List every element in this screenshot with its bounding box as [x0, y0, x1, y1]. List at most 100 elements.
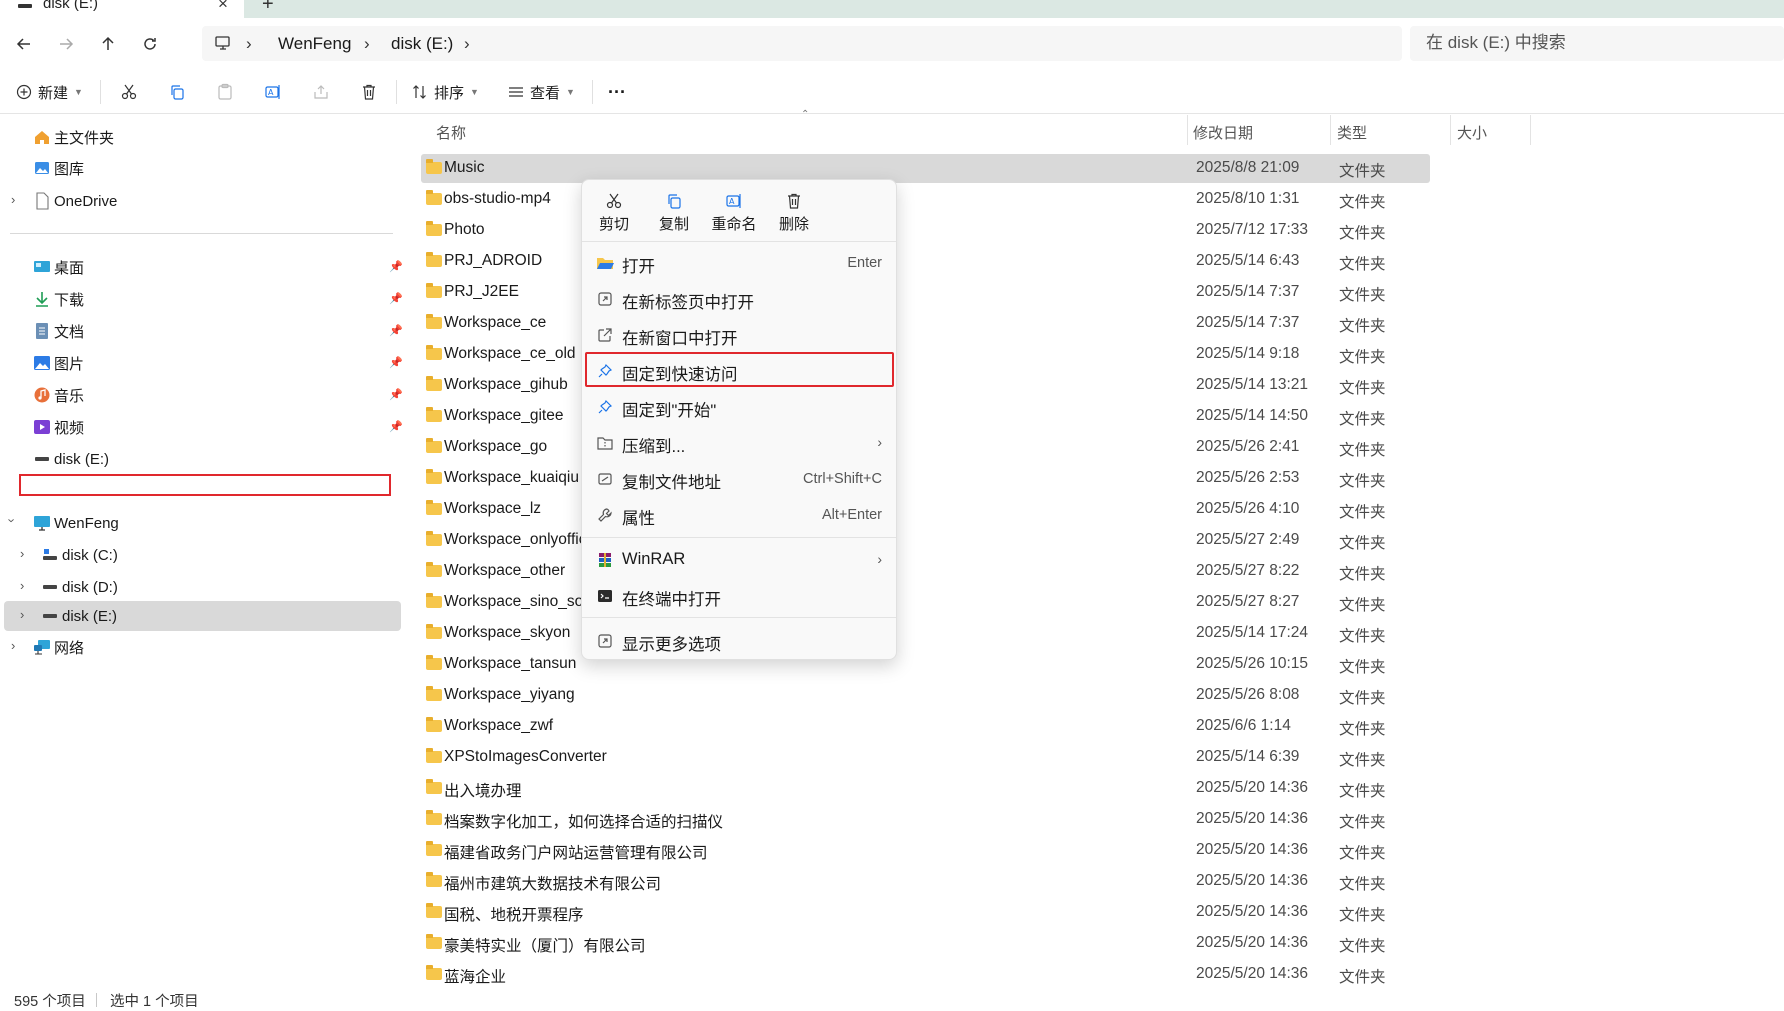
rename-action[interactable]: A 重命名: [704, 192, 764, 244]
menu-item-copy-path[interactable]: 复制文件地址 Ctrl+Shift+C: [582, 461, 896, 497]
breadcrumb-separator[interactable]: ›: [464, 34, 470, 54]
pin-icon[interactable]: 📌: [389, 420, 403, 433]
column-separator[interactable]: [1450, 115, 1451, 145]
sidebar-item-downloads[interactable]: 下载: [32, 285, 84, 313]
menu-item-open-terminal[interactable]: 在终端中打开: [582, 578, 896, 614]
menu-item-compress[interactable]: 压缩到... ›: [582, 425, 896, 461]
table-row[interactable]: Workspace_go 2025/5/26 2:41 文件夹: [421, 433, 1430, 462]
sidebar-item-disk-d[interactable]: › disk (D:): [20, 573, 118, 601]
paste-button[interactable]: [216, 80, 234, 104]
menu-item-pin-start[interactable]: 固定到"开始": [582, 389, 896, 425]
breadcrumb-disk-e[interactable]: disk (E:): [391, 34, 453, 54]
forward-button[interactable]: [52, 30, 80, 58]
column-header-date[interactable]: 修改日期: [1193, 122, 1253, 143]
table-row[interactable]: Workspace_skyon 2025/5/14 17:24 文件夹: [421, 619, 1430, 648]
table-row[interactable]: XPStoImagesConverter 2025/5/14 6:39 文件夹: [421, 743, 1430, 772]
pin-icon[interactable]: 📌: [389, 292, 403, 305]
table-row[interactable]: Workspace_sino_soft 2025/5/27 8:27 文件夹: [421, 588, 1430, 617]
rename-button[interactable]: A: [264, 80, 282, 104]
table-row[interactable]: Workspace_ce_old 2025/5/14 9:18 文件夹: [421, 340, 1430, 369]
up-button[interactable]: [94, 30, 122, 58]
table-row[interactable]: 福建省政务门户网站运营管理有限公司 2025/5/20 14:36 文件夹: [421, 836, 1430, 865]
menu-item-winrar[interactable]: WinRAR ›: [582, 542, 896, 578]
pin-icon[interactable]: 📌: [389, 324, 403, 337]
menu-item-properties[interactable]: 属性 Alt+Enter: [582, 497, 896, 533]
table-row[interactable]: Workspace_onlyoffice 2025/5/27 2:49 文件夹: [421, 526, 1430, 555]
more-button[interactable]: ···: [608, 80, 626, 104]
table-row[interactable]: 福州市建筑大数据技术有限公司 2025/5/20 14:36 文件夹: [421, 867, 1430, 896]
cut-button[interactable]: [120, 80, 138, 104]
refresh-button[interactable]: [136, 30, 164, 58]
sidebar-item-gallery[interactable]: 图库: [32, 154, 84, 182]
table-row[interactable]: Workspace_ce 2025/5/14 7:37 文件夹: [421, 309, 1430, 338]
sidebar-item-disk-c[interactable]: › disk (C:): [20, 541, 118, 569]
sort-button[interactable]: 排序 ▼: [412, 80, 479, 104]
sidebar-item-music[interactable]: 音乐: [32, 381, 84, 409]
table-row[interactable]: Workspace_gitee 2025/5/14 14:50 文件夹: [421, 402, 1430, 431]
sidebar-item-pictures[interactable]: 图片: [32, 349, 84, 377]
table-row[interactable]: 国税、地税开票程序 2025/5/20 14:36 文件夹: [421, 898, 1430, 927]
address-bar[interactable]: › WenFeng › disk (E:) ›: [202, 26, 1402, 61]
table-row[interactable]: PRJ_ADROID 2025/5/14 6:43 文件夹: [421, 247, 1430, 276]
sidebar-item-videos[interactable]: 视频: [32, 413, 84, 441]
table-row[interactable]: Photo 2025/7/12 17:33 文件夹: [421, 216, 1430, 245]
delete-action[interactable]: 删除: [764, 192, 824, 244]
sidebar-item-wenfeng[interactable]: › WenFeng: [5, 509, 119, 537]
pin-icon[interactable]: 📌: [389, 356, 403, 369]
view-button[interactable]: 查看 ▼: [508, 80, 575, 104]
column-header-type[interactable]: 类型: [1337, 122, 1367, 143]
table-row[interactable]: PRJ_J2EE 2025/5/14 7:37 文件夹: [421, 278, 1430, 307]
table-row[interactable]: Workspace_tansun 2025/5/26 10:15 文件夹: [421, 650, 1430, 679]
new-button[interactable]: 新建 ▼: [16, 80, 83, 104]
table-row[interactable]: obs-studio-mp4 2025/8/10 1:31 文件夹: [421, 185, 1430, 214]
table-row[interactable]: 蓝海企业 2025/5/20 14:36 文件夹: [421, 960, 1430, 989]
copy-action[interactable]: 复制: [644, 192, 704, 244]
share-button[interactable]: [312, 80, 330, 104]
copy-button[interactable]: [168, 80, 186, 104]
table-row[interactable]: Workspace_zwf 2025/6/6 1:14 文件夹: [421, 712, 1430, 741]
table-row[interactable]: Workspace_lz 2025/5/26 4:10 文件夹: [421, 495, 1430, 524]
table-row[interactable]: Workspace_yiyang 2025/5/26 8:08 文件夹: [421, 681, 1430, 710]
sidebar-item-disk-e-pinned[interactable]: disk (E:): [32, 445, 109, 473]
pin-icon[interactable]: 📌: [389, 260, 403, 273]
menu-item-open[interactable]: 打开 Enter: [582, 245, 896, 281]
menu-item-open-new-window[interactable]: 在新窗口中打开: [582, 317, 896, 353]
chevron-down-icon[interactable]: ›: [5, 518, 20, 522]
sidebar-item-desktop[interactable]: 桌面: [32, 253, 84, 281]
column-header-name[interactable]: 名称: [436, 122, 466, 143]
sidebar-item-disk-e[interactable]: › disk (E:): [20, 602, 117, 630]
table-row[interactable]: Music 2025/8/8 21:09 文件夹: [421, 154, 1430, 183]
table-row[interactable]: Workspace_other 2025/5/27 8:22 文件夹: [421, 557, 1430, 586]
delete-button[interactable]: [360, 80, 378, 104]
chevron-right-icon[interactable]: ›: [20, 607, 24, 622]
column-separator[interactable]: [1330, 115, 1331, 145]
table-row[interactable]: Workspace_gihub 2025/5/14 13:21 文件夹: [421, 371, 1430, 400]
sidebar-item-onedrive[interactable]: › OneDrive: [11, 187, 117, 215]
table-row[interactable]: 出入境办理 2025/5/20 14:36 文件夹: [421, 774, 1430, 803]
cut-action[interactable]: 剪切: [584, 192, 644, 244]
chevron-right-icon[interactable]: ›: [20, 546, 24, 561]
column-header-size[interactable]: 大小: [1457, 122, 1487, 143]
chevron-right-icon[interactable]: ›: [20, 578, 24, 593]
table-row[interactable]: 豪美特实业（厦门）有限公司 2025/5/20 14:36 文件夹: [421, 929, 1430, 958]
breadcrumb-wenfeng[interactable]: WenFeng: [278, 34, 351, 54]
column-separator[interactable]: [1530, 115, 1531, 145]
sidebar-item-network[interactable]: › 网络: [11, 633, 84, 661]
new-tab-button[interactable]: +: [262, 0, 274, 16]
search-input[interactable]: [1426, 31, 1766, 55]
modified-date: 2025/5/20 14:36: [1196, 903, 1309, 920]
chevron-right-icon[interactable]: ›: [11, 638, 15, 653]
sidebar-item-home[interactable]: 主文件夹: [32, 123, 114, 151]
pin-icon[interactable]: 📌: [389, 388, 403, 401]
close-tab-button[interactable]: ×: [218, 0, 228, 14]
back-button[interactable]: [10, 30, 38, 58]
menu-item-more-options[interactable]: 显示更多选项: [582, 623, 896, 659]
table-row[interactable]: 档案数字化加工，如何选择合适的扫描仪 2025/5/20 14:36 文件夹: [421, 805, 1430, 834]
menu-item-open-new-tab[interactable]: 在新标签页中打开: [582, 281, 896, 317]
sidebar-item-documents[interactable]: 文档: [32, 317, 84, 345]
chevron-right-icon[interactable]: ›: [11, 192, 15, 207]
tab-disk-e[interactable]: disk (E:) ×: [0, 0, 244, 18]
search-box[interactable]: [1410, 26, 1784, 61]
table-row[interactable]: Workspace_kuaiqiu 2025/5/26 2:53 文件夹: [421, 464, 1430, 493]
column-separator[interactable]: [1187, 115, 1188, 145]
